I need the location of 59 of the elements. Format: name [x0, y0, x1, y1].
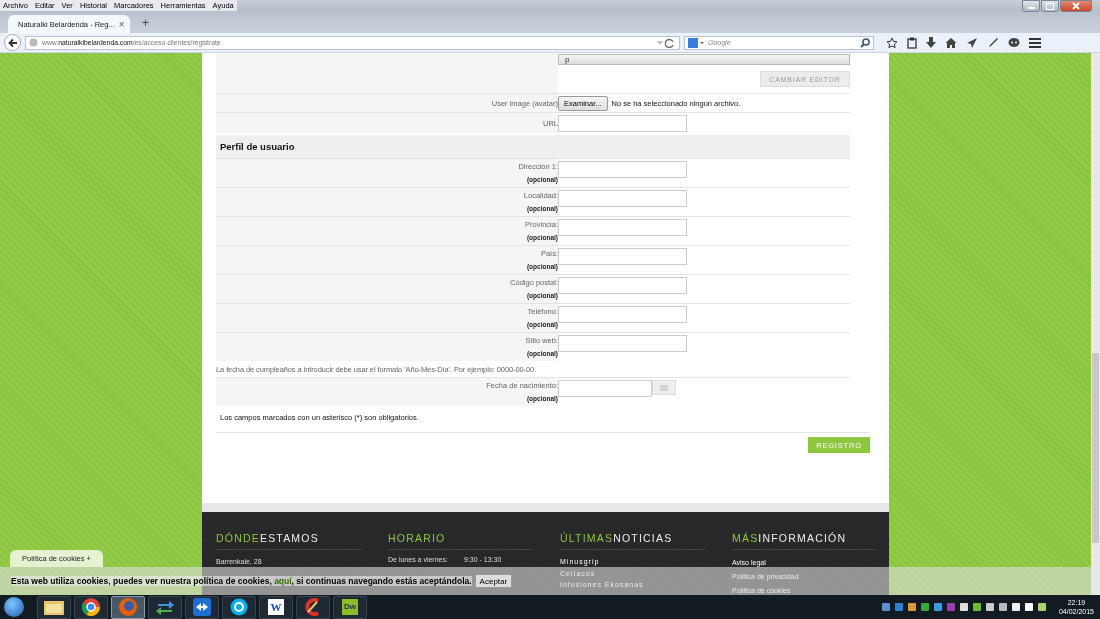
- arrows-icon: [156, 599, 174, 615]
- section-title: Perfil de usuario: [220, 141, 295, 152]
- broom-icon: [304, 598, 322, 616]
- start-button[interactable]: [4, 597, 24, 617]
- search-icon[interactable]: [860, 37, 870, 48]
- folder-icon: [44, 599, 64, 615]
- search-engine-icon[interactable]: [688, 37, 704, 48]
- cookie-link[interactable]: aquí: [274, 576, 292, 586]
- download-icon[interactable]: [926, 36, 936, 49]
- lines-icon: [660, 384, 668, 391]
- star-icon[interactable]: [886, 36, 898, 49]
- taskbar-button[interactable]: [148, 595, 182, 619]
- taskbar-button[interactable]: [111, 595, 145, 619]
- input-field[interactable]: [558, 114, 687, 132]
- close-button[interactable]: [1060, 0, 1092, 12]
- dreamweaver-icon: Dw: [342, 599, 358, 615]
- input-field[interactable]: [558, 277, 687, 294]
- remote-icon: [193, 598, 211, 616]
- footer-heading: MÁSINFORMACIÓN: [732, 532, 848, 544]
- cookie-message: Esta web utiliza cookies, puedes ver nuestra política de cookies, aquí, si continuas navegando estás aceptándola.: [11, 576, 472, 586]
- taskbar-button[interactable]: [74, 595, 108, 619]
- accept-button[interactable]: Aceptar: [474, 574, 513, 588]
- taskbar-button[interactable]: Dw: [333, 595, 367, 619]
- paper-plane-icon[interactable]: [966, 36, 978, 49]
- clipboard-icon[interactable]: [907, 36, 917, 49]
- date-field[interactable]: [558, 380, 652, 397]
- globe-icon: [29, 38, 38, 47]
- globe-icon: [119, 598, 137, 616]
- chrome-icon: [82, 598, 100, 616]
- back-button[interactable]: [4, 34, 21, 51]
- reload-icon[interactable]: [656, 37, 676, 48]
- input-field[interactable]: [558, 335, 687, 352]
- maximize-button[interactable]: [1041, 0, 1059, 12]
- input-field[interactable]: [558, 190, 687, 207]
- scrollbar[interactable]: [1091, 53, 1100, 595]
- pen-icon[interactable]: [987, 36, 999, 49]
- input-field[interactable]: [558, 161, 687, 178]
- text-area[interactable]: p: [558, 53, 850, 65]
- minimize-button[interactable]: [1022, 0, 1040, 12]
- input-field[interactable]: [558, 306, 687, 323]
- taskbar-button[interactable]: [296, 595, 330, 619]
- chat-bubble-icon: [230, 598, 248, 616]
- taskbar-button[interactable]: W: [259, 595, 293, 619]
- taskbar-button[interactable]: [37, 595, 71, 619]
- taskbar-button[interactable]: [185, 595, 219, 619]
- input-field[interactable]: [558, 219, 687, 236]
- arrow-icon: [7, 37, 18, 48]
- menu-icon[interactable]: [1029, 36, 1041, 49]
- word-icon: W: [268, 599, 284, 615]
- close-icon: [1071, 1, 1081, 11]
- new-tab-button[interactable]: +: [142, 15, 149, 30]
- home-icon[interactable]: [945, 36, 957, 49]
- tab-close-button[interactable]: ×: [118, 18, 125, 30]
- footer-heading: ÚLTIMASNOTICIAS: [560, 532, 674, 544]
- chat-icon[interactable]: [1008, 36, 1020, 49]
- input-field[interactable]: [558, 248, 687, 265]
- footer-heading: DÓNDEESTAMOS: [216, 532, 320, 544]
- taskbar-button[interactable]: [222, 595, 256, 619]
- footer-heading: HORARIO: [388, 532, 447, 544]
